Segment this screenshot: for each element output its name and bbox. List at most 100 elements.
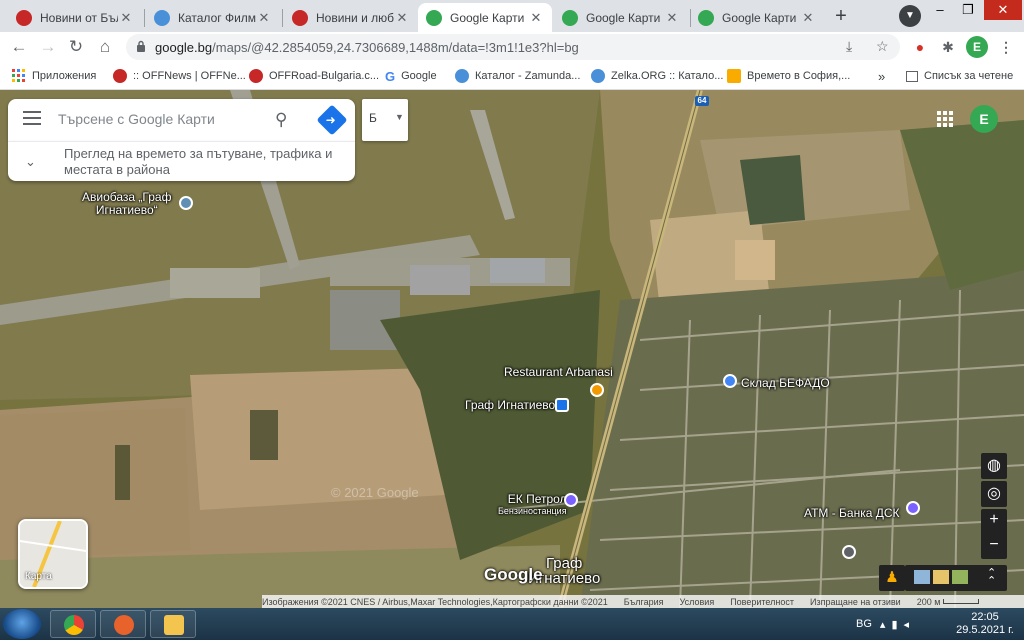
close-tab-icon[interactable]: ✕ [800, 10, 816, 26]
account-avatar[interactable]: E [970, 105, 998, 133]
layer-thumb-terrain[interactable] [914, 570, 930, 584]
tab-6[interactable]: Google Карти ✕ [690, 3, 824, 32]
street-view-pegman-icon[interactable]: ♟ [879, 565, 905, 591]
privacy-link[interactable]: Поверителност [730, 597, 794, 607]
close-tab-icon[interactable]: ✕ [256, 10, 272, 26]
tab-search-icon[interactable]: ▼ [899, 5, 921, 27]
place-ek-petrol[interactable]: ЕК Петрол Бензиностанция [498, 493, 567, 517]
bookmarks-overflow-button[interactable]: » [878, 67, 885, 85]
install-app-icon[interactable]: ⤓ [846, 38, 852, 55]
adblock-extension-icon[interactable]: ● [909, 36, 931, 58]
place-atm-dsk[interactable]: АТМ - Банка ДСК [804, 506, 900, 520]
globe-view-icon[interactable]: ◍ [981, 453, 1007, 479]
new-tab-button[interactable]: + [828, 5, 854, 27]
bookmark-offnews[interactable]: :: OFFNews | OFFNe... [113, 67, 246, 85]
maximize-button[interactable]: ❐ [954, 0, 982, 20]
tab-4-active[interactable]: Google Карти ✕ [418, 3, 552, 32]
satellite-map[interactable]: 64 ⚲ ➜ ⌄ Преглед на времето за пътуване,… [0, 90, 1024, 608]
chevron-up-icon[interactable]: ⌃ ⌃ [987, 568, 999, 587]
chrome-icon [64, 615, 84, 635]
restaurant-fork-icon[interactable] [590, 383, 604, 397]
shopping-bag-icon[interactable] [723, 374, 737, 388]
bookmark-zamunda[interactable]: Каталог - Zamunda... [455, 67, 580, 85]
map-type-toggle[interactable]: Карта [18, 519, 88, 589]
home-icon[interactable]: ⌂ [93, 36, 117, 58]
apps-grid-icon [12, 69, 25, 82]
feedback-link[interactable]: Изпращане на отзиви [810, 597, 901, 607]
close-window-button[interactable]: ✕ [984, 0, 1022, 20]
reload-icon[interactable]: ↻ [64, 36, 88, 58]
bookmark-google[interactable]: G Google [385, 67, 437, 85]
layer-thumb-cycling[interactable] [952, 570, 968, 584]
start-button[interactable] [3, 609, 41, 639]
place-label: Склад БЕФАДО [741, 376, 830, 390]
hamburger-menu-icon[interactable] [23, 111, 41, 125]
my-location-icon[interactable]: ◎ [981, 481, 1007, 507]
bookmark-label: Google [401, 70, 437, 82]
url-text[interactable]: google.bg/maps/@42.2854059,24.7306689,14… [155, 40, 579, 55]
language-indicator[interactable]: BG [856, 618, 872, 630]
layers-picker[interactable]: ⌃ ⌃ [905, 565, 1007, 591]
tab-2[interactable]: Каталог Филми ✕ [146, 3, 280, 32]
profile-avatar[interactable]: E [966, 36, 988, 58]
place-sklad-befado[interactable]: Склад БЕФАДО [741, 376, 830, 390]
bookmark-offroad[interactable]: OFFRoad-Bulgaria.c... [249, 67, 379, 85]
search-input[interactable] [58, 111, 258, 127]
more-menu-icon[interactable]: ⋮ [995, 36, 1017, 58]
input-tools-button[interactable]: Б ▼ [362, 99, 408, 141]
tab-title: Google Карти [586, 10, 661, 25]
bookmark-zelka[interactable]: Zelka.ORG :: Катало... [591, 67, 723, 85]
address-bar[interactable]: google.bg/maps/@42.2854059,24.7306689,14… [126, 34, 900, 60]
tab-separator [282, 9, 283, 27]
bus-stop-icon[interactable] [555, 398, 569, 412]
search-icon[interactable]: ⚲ [275, 110, 287, 130]
bookmark-apps[interactable]: Приложения [12, 67, 96, 85]
close-tab-icon[interactable]: ✕ [394, 10, 410, 26]
show-hidden-icons-icon[interactable]: ▴ [880, 618, 886, 631]
bookmark-label: Приложения [32, 70, 97, 82]
close-tab-icon[interactable]: ✕ [664, 10, 680, 26]
place-bus-stop[interactable]: Граф Игнатиево [465, 398, 555, 412]
network-icon[interactable]: ▮ [891, 618, 897, 631]
clock[interactable]: 22:05 29.5.2021 г. [952, 611, 1018, 637]
place-restaurant-arbanasi[interactable]: Restaurant Arbanasi [504, 365, 613, 379]
scale-bar [943, 599, 980, 604]
dropdown-arrow-icon[interactable]: ▼ [395, 112, 404, 122]
maps-pin-favicon-icon [426, 9, 442, 26]
landmark-pin-icon[interactable] [179, 196, 193, 210]
back-icon[interactable]: ← [7, 36, 31, 58]
school-icon[interactable] [842, 545, 856, 559]
taskbar-media-app[interactable] [100, 610, 146, 638]
forward-icon[interactable]: → [36, 36, 60, 58]
google-apps-icon[interactable] [937, 111, 953, 127]
close-tab-icon[interactable]: ✕ [528, 10, 544, 26]
tab-3[interactable]: Новини и любо ✕ [284, 3, 418, 32]
tab-title: Google Карти [450, 10, 525, 25]
bookmark-weather[interactable]: Времето в София,... [727, 67, 850, 85]
terms-link[interactable]: Условия [680, 597, 715, 607]
chevron-down-icon[interactable]: ⌄ [25, 154, 36, 170]
directions-icon[interactable]: ➜ [316, 104, 348, 136]
zoom-out-button[interactable]: − [981, 534, 1007, 559]
explore-nearby-panel[interactable]: ⌄ Преглед на времето за пътуване, трафик… [8, 141, 355, 181]
tab-5[interactable]: Google Карти ✕ [554, 3, 688, 32]
bank-icon[interactable] [906, 501, 920, 515]
volume-icon[interactable]: ◂ [904, 618, 910, 631]
minimize-button[interactable]: – [926, 0, 954, 20]
zelka-icon [591, 69, 605, 83]
zoom-in-button[interactable]: + [981, 509, 1007, 534]
layer-thumb-traffic[interactable] [933, 570, 949, 584]
taskbar-explorer[interactable] [150, 610, 196, 638]
zoom-controls: + − [981, 509, 1007, 559]
map-watermark: © 2021 Google [331, 485, 419, 500]
tab-1[interactable]: Новини от Бъл ✕ [8, 3, 142, 32]
place-airbase[interactable]: Авиобаза „Граф Игнатиево“ [82, 191, 171, 217]
scale-label[interactable]: 200 м [917, 597, 941, 607]
close-tab-icon[interactable]: ✕ [118, 10, 134, 26]
taskbar-chrome[interactable] [50, 610, 96, 638]
offroad-icon [249, 69, 263, 83]
reading-list-button[interactable]: Списък за четене [906, 67, 1013, 85]
gas-station-icon[interactable] [564, 493, 578, 507]
extensions-puzzle-icon[interactable]: ✱ [937, 36, 959, 58]
bookmark-star-icon[interactable]: ☆ [876, 38, 889, 55]
